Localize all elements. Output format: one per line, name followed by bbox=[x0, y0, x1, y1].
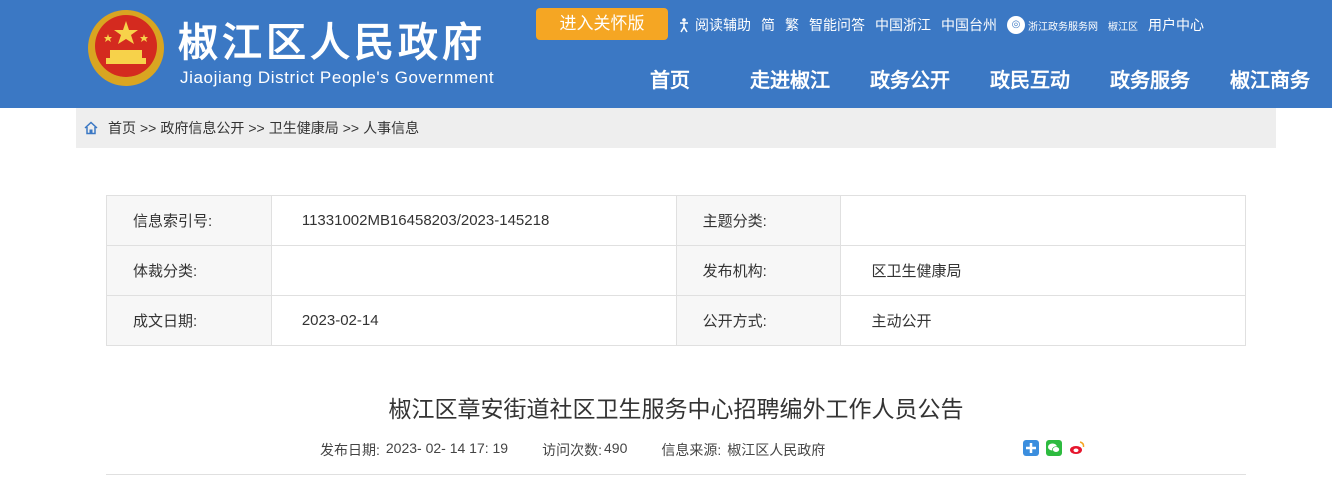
breadcrumb-sep: >> bbox=[140, 120, 157, 136]
genre-value bbox=[270, 245, 677, 296]
national-emblem-icon bbox=[88, 10, 164, 86]
content-divider bbox=[106, 474, 1246, 475]
nav-home[interactable]: 首页 bbox=[610, 66, 730, 96]
jiaojiang-small-label: 椒江区 bbox=[1108, 21, 1138, 33]
source-label: 信息来源: bbox=[661, 442, 722, 458]
main-nav: 首页 走进椒江 政务公开 政民互动 政务服务 椒江商务 bbox=[610, 66, 1330, 96]
nav-services[interactable]: 政务服务 bbox=[1090, 66, 1210, 96]
breadcrumb: 首页 >> 政府信息公开 >> 卫生健康局 >> 人事信息 bbox=[76, 108, 1276, 148]
topic-label: 主题分类: bbox=[675, 195, 842, 246]
nav-gov-affairs[interactable]: 政务公开 bbox=[850, 66, 970, 96]
smart-qa-link[interactable]: 智能问答 bbox=[809, 15, 865, 35]
genre-label: 体裁分类: bbox=[106, 245, 272, 296]
breadcrumb-sep: >> bbox=[248, 120, 265, 136]
disclosure-mode-value: 主动公开 bbox=[840, 295, 1246, 346]
date-label: 成文日期: bbox=[106, 295, 272, 346]
date-value: 2023-02-14 bbox=[270, 295, 677, 346]
visits-label: 访问次数: bbox=[542, 442, 602, 458]
china-zhejiang-link[interactable]: 中国浙江 bbox=[875, 15, 931, 35]
source-value: 椒江区人民政府 bbox=[727, 442, 826, 458]
zj-service-label: 浙江政务服务网 bbox=[1028, 21, 1098, 33]
nav-commerce[interactable]: 椒江商务 bbox=[1210, 66, 1330, 96]
top-links: 阅读辅助 简 繁 智能问答 中国浙江 中国台州 ◎ 浙江政务服务网 椒江区 用户… bbox=[676, 14, 1214, 36]
table-row: 成文日期: 2023-02-14 公开方式: 主动公开 bbox=[106, 295, 1246, 346]
breadcrumb-home[interactable]: 首页 bbox=[108, 118, 136, 138]
index-value: 11331002MB16458203/2023-145218 bbox=[270, 195, 677, 246]
wechat-icon[interactable] bbox=[1046, 440, 1062, 456]
article-title: 椒江区章安街道社区卫生服务中心招聘编外工作人员公告 bbox=[388, 396, 964, 422]
disclosure-mode-label: 公开方式: bbox=[675, 295, 842, 346]
zj-service-logo-icon: ◎ bbox=[1007, 16, 1025, 34]
china-taizhou-link[interactable]: 中国台州 bbox=[941, 15, 997, 35]
topic-value bbox=[840, 195, 1246, 246]
publish-label: 发布日期: bbox=[320, 442, 380, 458]
site-title-en: Jiaojiang District People's Government bbox=[180, 68, 495, 87]
breadcrumb-item[interactable]: 卫生健康局 bbox=[269, 118, 339, 138]
publisher-value: 区卫生健康局 bbox=[840, 245, 1246, 296]
home-icon bbox=[84, 121, 98, 135]
weibo-icon[interactable] bbox=[1069, 440, 1085, 456]
nav-about[interactable]: 走进椒江 bbox=[730, 66, 850, 96]
table-row: 体裁分类: 发布机构: 区卫生健康局 bbox=[106, 245, 1246, 296]
user-center-link[interactable]: 用户中心 bbox=[1148, 15, 1204, 35]
share-buttons bbox=[1023, 440, 1092, 456]
index-label: 信息索引号: bbox=[106, 195, 272, 246]
care-mode-button[interactable]: 进入关怀版 bbox=[536, 8, 668, 40]
traditional-link[interactable]: 繁 bbox=[785, 15, 799, 35]
publish-value: 2023- 02- 14 17: 19 bbox=[385, 440, 509, 456]
nav-interaction[interactable]: 政民互动 bbox=[970, 66, 1090, 96]
reading-aid-label: 阅读辅助 bbox=[695, 17, 751, 33]
simplified-link[interactable]: 简 bbox=[761, 15, 775, 35]
publisher-label: 发布机构: bbox=[675, 245, 842, 296]
accessibility-icon bbox=[680, 18, 688, 33]
visits-value: 490 bbox=[604, 440, 628, 456]
metadata-table: 信息索引号: 11331002MB16458203/2023-145218 主题… bbox=[106, 195, 1246, 346]
breadcrumb-sep: >> bbox=[342, 120, 360, 136]
breadcrumb-item[interactable]: 人事信息 bbox=[363, 118, 419, 138]
site-title: 椒江区人民政府 bbox=[178, 19, 486, 66]
breadcrumb-item[interactable]: 政府信息公开 bbox=[160, 118, 244, 138]
zj-service-link[interactable]: ◎ 浙江政务服务网 bbox=[1007, 16, 1098, 34]
header-bar: 椒江区人民政府 Jiaojiang District People's Gove… bbox=[0, 0, 1332, 108]
article-info: 发布日期: 2023- 02- 14 17: 19 访问次数: 490 信息来源… bbox=[320, 440, 831, 460]
share-plus-icon[interactable] bbox=[1023, 440, 1039, 456]
table-row: 信息索引号: 11331002MB16458203/2023-145218 主题… bbox=[106, 195, 1246, 246]
reading-aid-link[interactable]: 阅读辅助 bbox=[676, 15, 751, 35]
